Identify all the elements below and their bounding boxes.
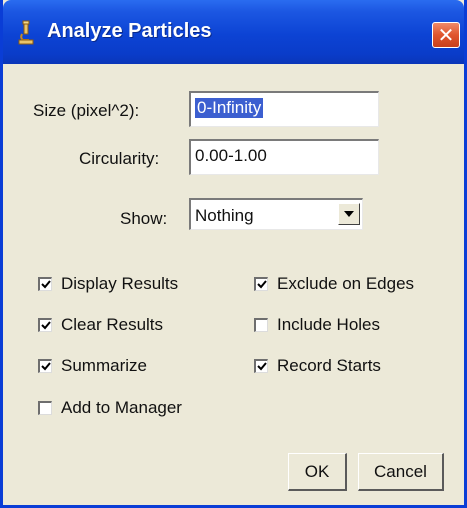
show-label: Show: xyxy=(120,209,168,228)
dialog-title: Analyze Particles xyxy=(47,20,212,42)
checkbox-box[interactable] xyxy=(254,277,268,291)
dropdown-arrow-button[interactable] xyxy=(338,203,360,225)
checkbox-box[interactable] xyxy=(254,359,268,373)
checkbox-label: Clear Results xyxy=(61,315,164,334)
cancel-button[interactable]: Cancel xyxy=(358,453,444,491)
record-starts-checkbox[interactable]: Record Starts xyxy=(254,356,381,376)
checkmark-icon xyxy=(257,280,267,289)
ok-button[interactable]: OK xyxy=(288,453,347,491)
checkbox-label: Include Holes xyxy=(277,315,381,334)
checkmark-icon xyxy=(257,362,267,371)
checkbox-box[interactable] xyxy=(38,277,52,291)
size-value: 0-Infinity xyxy=(195,98,264,118)
checkbox-label: Record Starts xyxy=(277,356,381,375)
checkbox-label: Add to Manager xyxy=(61,398,182,417)
close-button[interactable]: ✕ xyxy=(432,22,460,48)
size-label: Size (pixel^2): xyxy=(33,101,140,120)
circularity-label: Circularity: xyxy=(79,149,160,168)
checkbox-label: Display Results xyxy=(61,274,179,293)
microscope-icon xyxy=(18,20,34,46)
circularity-value: 0.00-1.00 xyxy=(195,146,267,165)
checkmark-icon xyxy=(41,280,51,289)
summarize-checkbox[interactable]: Summarize xyxy=(38,356,147,376)
circularity-input[interactable]: 0.00-1.00 xyxy=(189,139,379,175)
show-value: Nothing xyxy=(195,206,254,225)
exclude-on-edges-checkbox[interactable]: Exclude on Edges xyxy=(254,274,414,294)
checkmark-icon xyxy=(41,321,51,330)
close-icon: ✕ xyxy=(437,24,455,47)
clear-results-checkbox[interactable]: Clear Results xyxy=(38,315,163,335)
checkbox-box[interactable] xyxy=(38,401,52,415)
checkbox-box[interactable] xyxy=(38,318,52,332)
show-dropdown[interactable]: Nothing xyxy=(189,198,363,230)
include-holes-checkbox[interactable]: Include Holes xyxy=(254,315,380,335)
title-bar[interactable]: Analyze Particles ✕ xyxy=(3,0,464,64)
checkbox-box[interactable] xyxy=(38,359,52,373)
size-input[interactable]: 0-Infinity xyxy=(189,91,379,127)
analyze-particles-dialog: Analyze Particles ✕ Size (pixel^2): 0-In… xyxy=(0,0,467,508)
checkbox-label: Exclude on Edges xyxy=(277,274,415,293)
display-results-checkbox[interactable]: Display Results xyxy=(38,274,178,294)
checkbox-box[interactable] xyxy=(254,318,268,332)
checkmark-icon xyxy=(41,362,51,371)
checkbox-label: Summarize xyxy=(61,356,147,375)
chevron-down-icon xyxy=(344,211,354,217)
add-to-manager-checkbox[interactable]: Add to Manager xyxy=(38,398,182,418)
